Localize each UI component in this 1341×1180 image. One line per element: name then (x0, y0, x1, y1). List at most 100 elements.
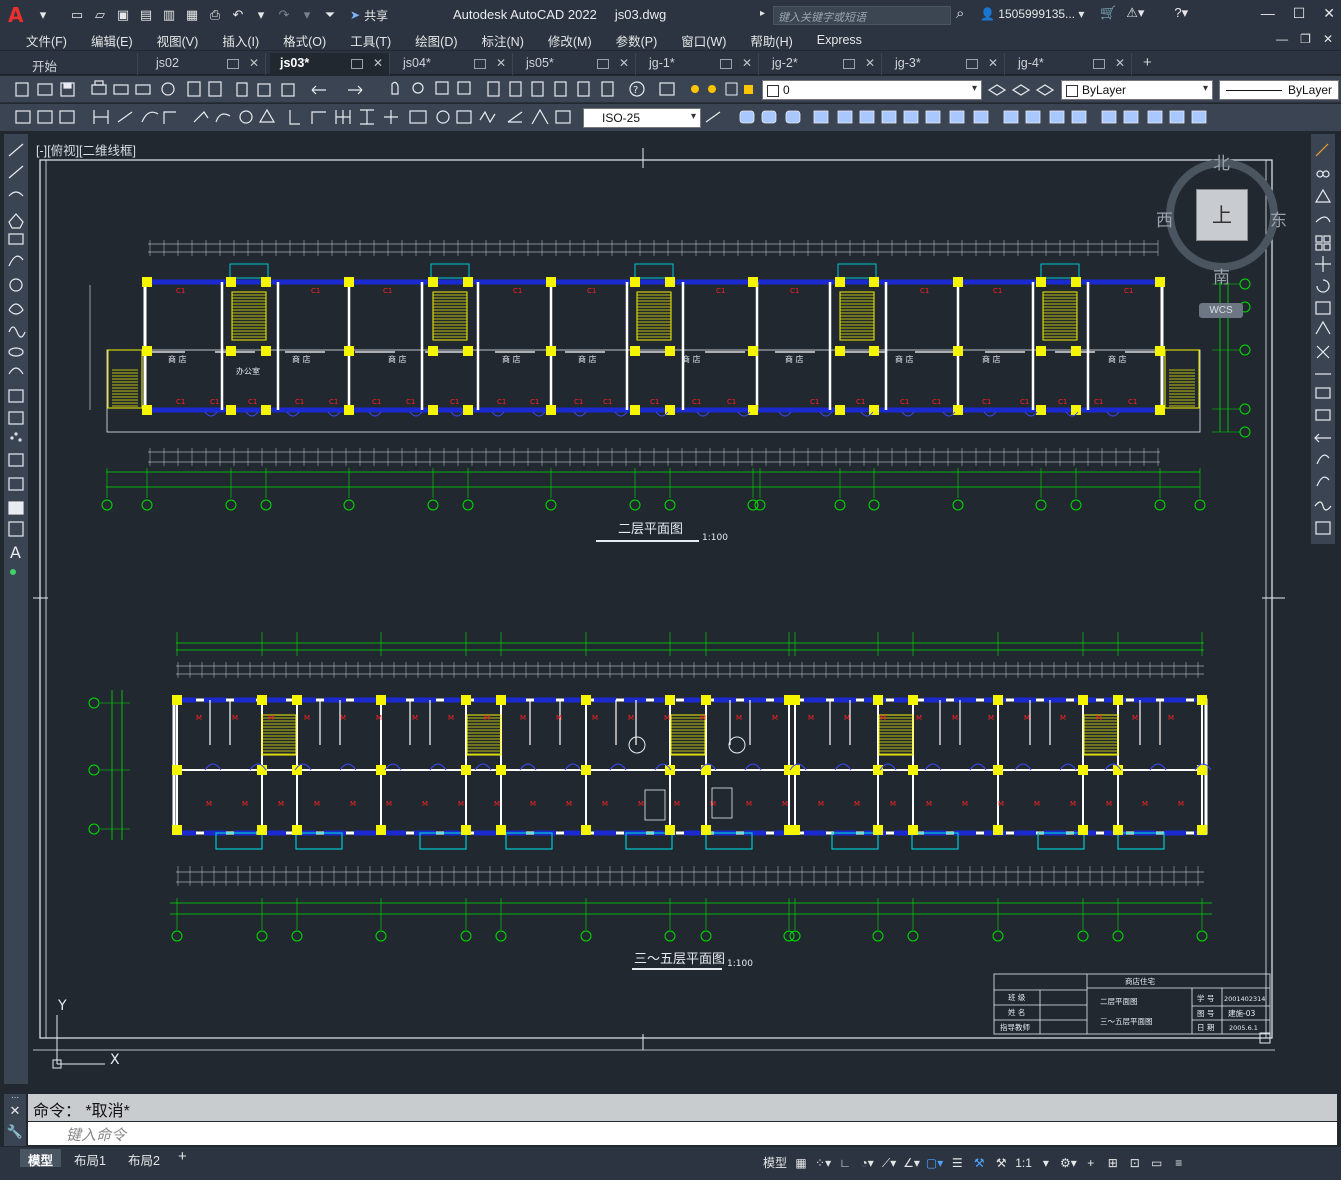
layout-tab-layout1[interactable]: 布局1 (66, 1149, 114, 1168)
viewport-controls[interactable]: [-][俯视][二维线框] (36, 140, 136, 159)
user-account[interactable]: 👤 1505999135... ▾ (980, 7, 1084, 21)
annotation-visibility-icon[interactable]: ⚒ (968, 1152, 990, 1174)
command-input[interactable]: 键入命令 (28, 1122, 1337, 1145)
dimstyle-dropdown[interactable]: ISO-25 ▾ (583, 108, 701, 128)
modify-palette-icons[interactable] (1311, 134, 1335, 544)
tab-jg-4[interactable]: jg-4* ✕ (1008, 53, 1132, 75)
menu-window[interactable]: 窗口(W) (673, 31, 734, 50)
menu-draw[interactable]: 绘图(D) (407, 31, 465, 50)
menu-view[interactable]: 视图(V) (149, 31, 207, 50)
osnap-tracking-icon[interactable]: ∠▾ (900, 1152, 923, 1174)
drawing-canvas[interactable]: Y X 商 店 商 店 商 店 商 店 商 店 商 店 商 店 商 店 商 店 商 店办公室 C1 C… (33, 134, 1305, 1089)
tab-close-icon[interactable]: ✕ (1115, 56, 1125, 70)
drawing-svg[interactable]: Y X 商 店 商 店 商 店 商 店 商 店 商 店 商 店 商 店 商 店 商 店办公室 C1 C… (33, 134, 1305, 1089)
isolate-objects-icon[interactable]: ⊞ (1102, 1152, 1124, 1174)
tab-js04[interactable]: js04* ✕ (393, 53, 513, 75)
tab-close-icon[interactable]: ✕ (988, 56, 998, 70)
doc-close-icon[interactable]: ✕ (1323, 32, 1333, 46)
model-space-button[interactable]: 模型 (760, 1152, 790, 1174)
customize-qa-icon[interactable]: ⏷ (320, 5, 340, 25)
add-layout-icon[interactable]: + (178, 1148, 187, 1165)
annotation-scale[interactable]: 1:1 (1012, 1152, 1035, 1174)
standard-toolbar-icons[interactable]: ? (0, 76, 760, 103)
tab-js05[interactable]: js05* ✕ (516, 53, 636, 75)
help-icon[interactable]: ?▾ (1174, 5, 1188, 21)
isodraft-icon[interactable]: ⟋▾ (878, 1152, 900, 1174)
lineweight-icon[interactable]: ☰ (946, 1152, 968, 1174)
tab-jg-2[interactable]: jg-2* ✕ (762, 53, 882, 75)
layout-tab-model[interactable]: 模型 (20, 1149, 62, 1168)
menu-parametric[interactable]: 参数(P) (608, 31, 666, 50)
upper-floor-plan[interactable]: M M M M M M M M M M M M M M M M M M M M M M M M M M M M M M M M M M M M M M M M… (88, 632, 1212, 942)
new-file-icon[interactable]: ▭ (67, 5, 87, 25)
viewcube-east[interactable]: 东 (1270, 206, 1287, 231)
minimize-icon[interactable]: — (1261, 5, 1275, 22)
command-customize-icon[interactable]: 🔧 (4, 1120, 26, 1144)
layer-dropdown[interactable]: 0 ▾ (762, 80, 982, 100)
autodesk-app-icon[interactable]: ⚠▾ (1126, 5, 1144, 21)
menu-file[interactable]: 文件(F) (18, 31, 75, 50)
viewcube-south[interactable]: 南 (1213, 263, 1230, 288)
menu-format[interactable]: 格式(O) (275, 31, 334, 50)
share-button[interactable]: ➤ 共享 (350, 7, 388, 24)
tab-start[interactable]: 开始 (22, 53, 138, 75)
open-file-icon[interactable]: ▱ (90, 5, 110, 25)
search-icon[interactable]: ⌕ (956, 5, 964, 22)
command-grip-icon[interactable]: ⋯ (4, 1094, 26, 1102)
tab-close-icon[interactable]: ✕ (742, 56, 752, 70)
new-tab-icon[interactable]: + (1143, 54, 1152, 71)
workspace-gear-icon[interactable]: ⚙▾ (1057, 1152, 1080, 1174)
tab-jg-3[interactable]: jg-3* ✕ (885, 53, 1005, 75)
draw-palette-icons[interactable]: A (4, 134, 28, 584)
save-web-icon[interactable]: ▦ (182, 5, 202, 25)
hardware-acceleration-icon[interactable]: ⊡ (1124, 1152, 1146, 1174)
wcs-menu-button[interactable]: WCS (1199, 303, 1243, 318)
auto-scale-icon[interactable]: ⚒ (990, 1152, 1012, 1174)
open-web-icon[interactable]: ▥ (159, 5, 179, 25)
modify-icons[interactable] (704, 104, 1304, 131)
command-close-icon[interactable]: ✕ (4, 1102, 26, 1120)
osnap-icon[interactable]: ▢▾ (923, 1152, 946, 1174)
menu-modify[interactable]: 修改(M) (540, 31, 600, 50)
menu-dimension[interactable]: 标注(N) (474, 31, 532, 50)
polar-icon[interactable]: ◔▾ (856, 1152, 878, 1174)
tab-js03[interactable]: js03* ✕ (270, 53, 390, 75)
search-input[interactable]: 键入关键字或短语 (773, 6, 951, 25)
tab-js02[interactable]: js02 ✕ (146, 53, 266, 75)
ortho-icon[interactable]: ∟ (834, 1152, 856, 1174)
tab-jg-1[interactable]: jg-1* ✕ (639, 53, 759, 75)
undo-dropdown-icon[interactable]: ▾ (251, 5, 271, 25)
maximize-icon[interactable]: ☐ (1293, 5, 1306, 22)
tab-close-icon[interactable]: ✕ (619, 56, 629, 70)
linetype-dropdown[interactable]: ByLayer (1219, 80, 1339, 100)
save-as-icon[interactable]: ▤ (136, 5, 156, 25)
color-dropdown[interactable]: ByLayer ▾ (1061, 80, 1213, 100)
autocad-logo-icon[interactable]: A (8, 4, 30, 26)
viewcube-north[interactable]: 北 (1213, 149, 1230, 174)
doc-minimize-icon[interactable]: — (1276, 32, 1288, 46)
cart-icon[interactable]: 🛒 (1100, 5, 1116, 21)
search-expand-icon[interactable]: ▸ (760, 8, 765, 19)
snap-icon[interactable]: ⁘▾ (812, 1152, 834, 1174)
viewcube-top-face[interactable]: 上 (1196, 189, 1248, 241)
plot-icon[interactable]: ⎙ (205, 5, 225, 25)
redo-dropdown-icon[interactable]: ▾ (297, 5, 317, 25)
tab-close-icon[interactable]: ✕ (865, 56, 875, 70)
undo-icon[interactable]: ↶ (228, 5, 248, 25)
tab-close-icon[interactable]: ✕ (249, 56, 259, 70)
scale-dropdown-icon[interactable]: ▾ (1035, 1152, 1057, 1174)
clean-screen-icon[interactable]: ▭ (1146, 1152, 1168, 1174)
app-menu-arrow-icon[interactable]: ▾ (33, 5, 53, 25)
second-floor-plan[interactable]: 商 店 商 店 商 店 商 店 商 店 商 店 商 店 商 店 商 店 商 店办公室 C1 C1 C1 C… (89, 240, 1251, 511)
menu-express[interactable]: Express (809, 33, 870, 47)
customize-status-icon[interactable]: ≡ (1168, 1152, 1190, 1174)
menu-tools[interactable]: 工具(T) (342, 31, 399, 50)
tab-close-icon[interactable]: ✕ (373, 56, 383, 70)
tab-close-icon[interactable]: ✕ (496, 56, 506, 70)
close-icon[interactable]: ✕ (1323, 5, 1335, 22)
annotation-monitor-icon[interactable]: + (1080, 1152, 1102, 1174)
layer-tools-icons[interactable] (985, 76, 1055, 103)
layout-tab-layout2[interactable]: 布局2 (120, 1149, 168, 1168)
menu-help[interactable]: 帮助(H) (742, 31, 800, 50)
grid-icon[interactable]: ▦ (790, 1152, 812, 1174)
